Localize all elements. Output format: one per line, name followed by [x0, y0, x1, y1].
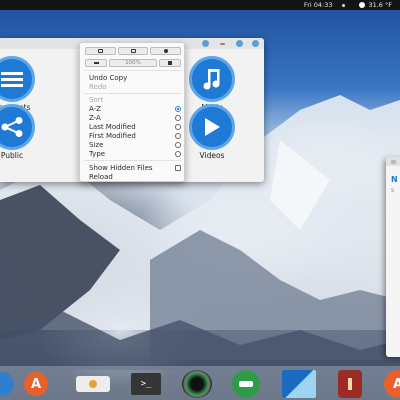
menu-separator — [84, 160, 182, 161]
sort-heading: Sort — [89, 95, 181, 104]
menu-item-label: Redo — [89, 82, 107, 91]
sort-option-z-a[interactable]: Z-A — [89, 113, 181, 122]
new-file-button[interactable] — [117, 47, 149, 55]
sort-option-first-modified[interactable]: First Modified — [89, 131, 181, 140]
menu-item-label: A-Z — [89, 104, 101, 113]
bookmark-button[interactable] — [150, 47, 182, 55]
new-folder-icon — [97, 49, 103, 53]
menu-separator — [84, 93, 182, 94]
bookmark-icon — [163, 49, 168, 53]
clock[interactable]: Fri 04:33 — [304, 1, 333, 9]
menu-item-redo: Redo — [89, 82, 181, 91]
new-folder-button[interactable] — [85, 47, 116, 55]
toggle-icon[interactable] — [76, 376, 110, 392]
music-note-icon — [189, 56, 235, 102]
weather-icon[interactable] — [359, 2, 366, 8]
folder-label: Public — [0, 151, 24, 160]
share-icon — [0, 104, 35, 150]
partial-window[interactable]: N S — [386, 157, 400, 357]
menu-item-label: Last Modified — [89, 122, 136, 131]
menu-separator — [84, 70, 182, 71]
radio-icon[interactable] — [175, 123, 181, 130]
menu-item-label: Size — [89, 140, 104, 149]
sort-option-type[interactable]: Type — [89, 149, 181, 158]
menu-item-reload[interactable]: Reload — [89, 172, 181, 181]
document-icon — [0, 56, 35, 102]
menu-action-row — [85, 47, 182, 55]
window-control-icon[interactable] — [202, 40, 209, 47]
menu-heading-label: Sort — [89, 95, 104, 104]
sort-option-a-z[interactable]: A-Z — [89, 104, 181, 113]
mail-icon[interactable] — [232, 370, 260, 398]
play-icon — [189, 104, 235, 150]
paper-plane-icon[interactable] — [282, 370, 316, 398]
menu-item-label: Type — [89, 149, 106, 158]
folder-label: Videos — [199, 151, 225, 160]
folder-public[interactable]: Public — [0, 104, 42, 160]
plus-icon — [167, 61, 172, 65]
zoom-in-button[interactable] — [158, 59, 181, 67]
sort-option-last-modified[interactable]: Last Modified — [89, 122, 181, 131]
close-icon[interactable] — [252, 40, 259, 47]
minimize-icon[interactable] — [220, 43, 225, 45]
zoom-level[interactable]: 100% — [109, 59, 157, 67]
menu-item-label: Show Hidden Files — [89, 163, 153, 172]
menu-item-label: Undo Copy — [89, 73, 128, 82]
radio-selected-icon[interactable] — [175, 105, 181, 112]
radio-icon[interactable] — [175, 132, 181, 139]
app-center-icon[interactable]: A — [384, 370, 400, 398]
menu-item-label: Z-A — [89, 113, 101, 122]
radio-icon[interactable] — [175, 114, 181, 121]
menu-item-undo[interactable]: Undo Copy — [89, 73, 181, 82]
maximize-icon[interactable] — [236, 40, 243, 47]
terminal-icon[interactable]: >_ — [131, 373, 161, 395]
menu-item-label: Reload — [89, 172, 113, 181]
partial-window-subtext: S — [391, 188, 395, 194]
folder-videos[interactable]: Videos — [182, 104, 242, 160]
weather-temperature[interactable]: 31.6 °F — [368, 1, 392, 9]
new-file-icon — [130, 49, 136, 53]
context-menu: 100% Undo Copy Redo Sort A-Z Z-A Last Mo… — [79, 42, 185, 182]
partial-window-heading: N — [391, 175, 398, 184]
app-center-icon[interactable]: A — [24, 372, 48, 396]
sort-option-size[interactable]: Size — [89, 140, 181, 149]
top-panel: Fri 04:33 31.6 °F — [0, 0, 400, 10]
menu-item-label: First Modified — [89, 131, 136, 140]
checkbox-icon[interactable] — [175, 164, 181, 171]
minus-icon — [93, 62, 99, 64]
files-icon[interactable] — [0, 372, 14, 396]
zoom-out-button[interactable] — [85, 59, 108, 67]
radio-icon[interactable] — [175, 150, 181, 157]
camera-lens-icon[interactable] — [182, 370, 212, 398]
menu-item-show-hidden[interactable]: Show Hidden Files — [89, 163, 181, 172]
dock: A >_ A — [0, 366, 400, 400]
notification-dot-icon[interactable] — [342, 3, 346, 7]
window-control-icon[interactable] — [391, 160, 396, 164]
wine-icon[interactable] — [338, 370, 362, 398]
radio-icon[interactable] — [175, 141, 181, 148]
zoom-row: 100% — [85, 59, 181, 67]
